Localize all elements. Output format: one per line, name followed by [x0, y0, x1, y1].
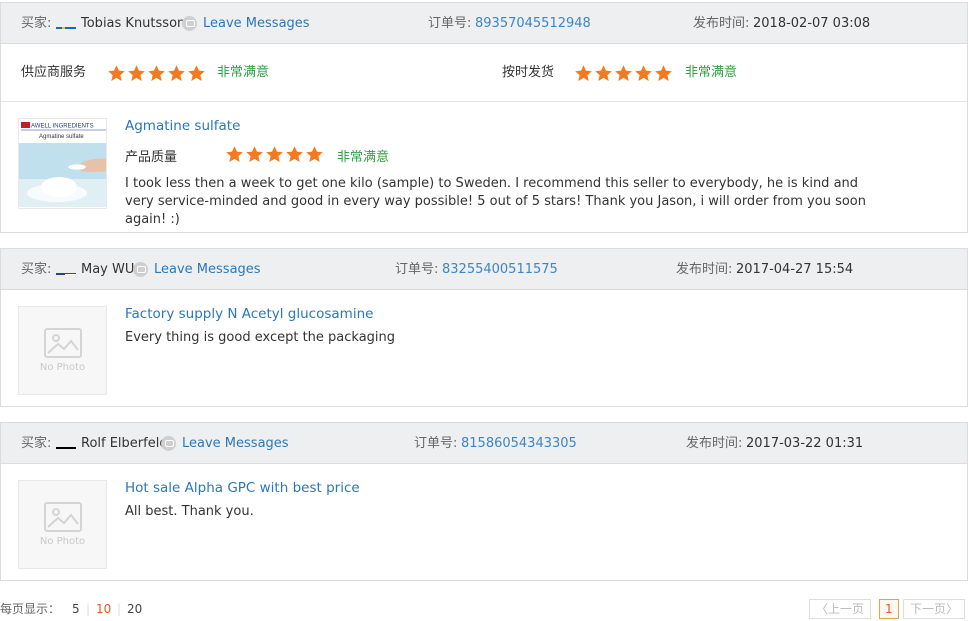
product-quality-stars [225, 145, 324, 163]
product-link[interactable]: Hot sale Alpha GPC with best price [125, 480, 360, 496]
published-date: 2018-02-07 03:08 [753, 16, 871, 31]
thumb-brand: AWELL INGREDIENTS [31, 124, 94, 130]
per-page-option-10[interactable]: 10 [96, 597, 111, 621]
product-thumbnail[interactable]: AWELL INGREDIENTS Agmatine sulfate [18, 118, 107, 209]
star-icon [305, 145, 324, 164]
star-icon [654, 64, 673, 83]
product-link[interactable]: Factory supply N Acetyl glucosamine [125, 306, 373, 322]
review-header: 买家: Rolf Elberfeld Leave Messages 订单号: 8… [1, 423, 967, 464]
review-header: 买家: May WU Leave Messages 订单号: 832554005… [1, 249, 967, 290]
buyer-label: 买家: [21, 262, 52, 277]
leave-messages-link[interactable]: Leave Messages [182, 423, 289, 464]
message-icon [161, 436, 176, 451]
order-number: 81586054343305 [461, 436, 577, 451]
buyer-name: Rolf Elberfeld [81, 436, 168, 451]
supplier-service-rating-text: 非常满意 [217, 65, 270, 80]
review-header: 买家: Tobias Knutsson Leave Messages 订单号: … [1, 3, 967, 44]
image-placeholder-icon [43, 502, 82, 532]
star-icon [107, 64, 126, 83]
per-page-option-20[interactable]: 20 [127, 597, 142, 621]
buyer-name: Tobias Knutsson [81, 16, 186, 31]
chevron-left-icon: 〈 [816, 602, 829, 616]
on-time-delivery-label: 按时发货 [502, 65, 555, 80]
star-icon [167, 64, 186, 83]
per-page-label: 每页显示： [0, 602, 61, 616]
star-icon [187, 64, 206, 83]
next-label: 下一页 [910, 602, 947, 616]
prev-label: 上一页 [828, 602, 865, 616]
sweden-flag-icon [56, 16, 76, 29]
thumb-caption: Agmatine sulfate [39, 134, 84, 140]
star-icon [127, 64, 146, 83]
chevron-right-icon: 〉 [946, 602, 959, 616]
order-label: 订单号: [414, 436, 458, 451]
product-quality-rating-text: 非常满意 [337, 150, 390, 165]
review-text: All best. Thank you. [125, 504, 254, 519]
germany-flag-icon [56, 436, 76, 449]
published-label: 发布时间: [676, 262, 733, 277]
buyer-label: 买家: [21, 16, 52, 31]
order-label: 订单号: [395, 262, 439, 277]
star-icon [245, 145, 264, 164]
pagination-bar: 每页显示： 5 | 10 | 20 〈上一页 1 下一页〉 [0, 597, 968, 621]
divider: | [117, 602, 122, 616]
current-page-button[interactable]: 1 [879, 599, 899, 619]
star-icon [634, 64, 653, 83]
no-photo-placeholder: No Photo [19, 307, 106, 394]
supplier-service-stars [107, 44, 206, 102]
star-icon [225, 145, 244, 164]
on-time-delivery-stars [574, 44, 673, 102]
order-number: 83255400511575 [442, 262, 558, 277]
product-quality-label: 产品质量 [125, 150, 178, 165]
image-placeholder-icon [43, 328, 82, 358]
review-text: I took less then a week to get one kilo … [125, 176, 866, 227]
order-label: 订单号: [428, 16, 472, 31]
product-thumbnail[interactable]: No Photo [18, 306, 107, 395]
no-photo-text: No Photo [39, 362, 86, 373]
leave-messages-link[interactable]: Leave Messages [154, 249, 261, 290]
review-text: Every thing is good except the packaging [125, 330, 396, 345]
star-icon [265, 145, 284, 164]
no-photo-placeholder: No Photo [19, 481, 106, 568]
star-icon [614, 64, 633, 83]
star-icon [594, 64, 613, 83]
star-icon [574, 64, 593, 83]
message-icon [133, 262, 148, 277]
per-page-option-5[interactable]: 5 [72, 597, 80, 621]
published-date: 2017-04-27 15:54 [736, 262, 854, 277]
seller-ratings: 供应商服务 非常满意 按时发货 非常满意 [1, 44, 967, 102]
star-icon [285, 145, 304, 164]
prev-page-button[interactable]: 〈上一页 [809, 599, 872, 619]
product-link[interactable]: Agmatine sulfate [125, 118, 240, 134]
review-card: 买家: May WU Leave Messages 订单号: 832554005… [0, 248, 968, 407]
review-card: 买家: Tobias Knutsson Leave Messages 订单号: … [0, 2, 968, 233]
divider: | [86, 602, 91, 616]
message-icon [182, 16, 197, 31]
supplier-service-label: 供应商服务 [21, 65, 87, 80]
published-label: 发布时间: [686, 436, 743, 451]
published-date: 2017-03-22 01:31 [746, 436, 864, 451]
published-label: 发布时间: [693, 16, 750, 31]
usa-flag-icon [56, 262, 76, 275]
review-card: 买家: Rolf Elberfeld Leave Messages 订单号: 8… [0, 422, 968, 581]
no-photo-text: No Photo [39, 536, 86, 547]
leave-messages-link[interactable]: Leave Messages [203, 3, 310, 44]
next-page-button[interactable]: 下一页〉 [903, 599, 966, 619]
buyer-name: May WU [81, 262, 135, 277]
on-time-delivery-rating-text: 非常满意 [685, 65, 738, 80]
buyer-label: 买家: [21, 436, 52, 451]
order-number: 89357045512948 [475, 16, 591, 31]
star-icon [147, 64, 166, 83]
product-thumbnail[interactable]: No Photo [18, 480, 107, 569]
